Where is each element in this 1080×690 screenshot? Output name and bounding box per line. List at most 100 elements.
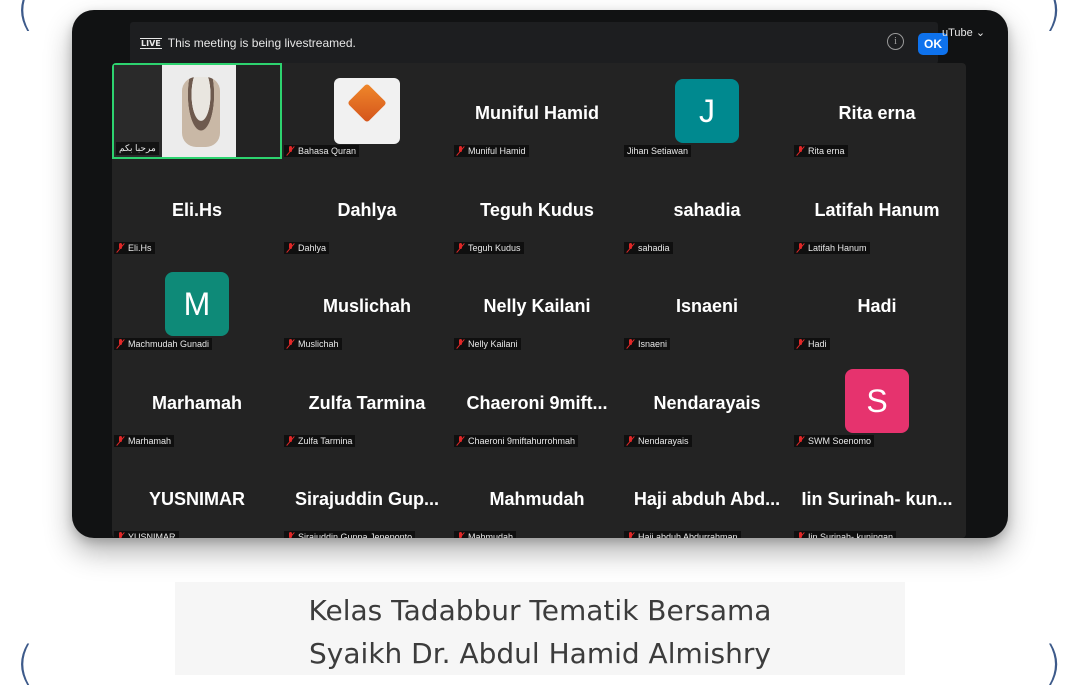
participant-name: Muniful Hamid: [468, 146, 526, 156]
participant-tile[interactable]: Muslichah Muslichah: [282, 256, 452, 352]
muted-mic-icon: [287, 436, 294, 446]
participant-name: Iin Surinah- kuningan: [808, 532, 894, 538]
participant-name-label: YUSNIMAR: [114, 531, 179, 538]
participant-name-label: Machmudah Gunadi: [114, 338, 213, 350]
participant-tile[interactable]: Dahlya Dahlya: [282, 160, 452, 256]
participant-name: sahadia: [638, 243, 670, 253]
participant-tile[interactable]: Bahasa Quran: [282, 63, 452, 159]
participant-name-label: sahadia: [624, 242, 673, 254]
participant-name-label: Hadi: [794, 338, 830, 350]
participant-name-label: Nendarayais: [624, 435, 692, 447]
muted-mic-icon: [117, 243, 124, 253]
participant-name: Mahmudah: [468, 532, 514, 538]
muted-mic-icon: [627, 532, 634, 538]
avatar: S: [845, 369, 909, 433]
participant-name: مرحبا بكم: [119, 143, 156, 153]
participant-tile[interactable]: Rita erna Rita erna: [792, 63, 962, 159]
participant-display-name: Latifah Hanum: [814, 200, 940, 220]
profile-logo: [334, 78, 400, 144]
participant-tile[interactable]: Nelly Kailani Nelly Kailani: [452, 256, 622, 352]
logo-mark-icon: [347, 83, 387, 123]
muted-mic-icon: [627, 339, 634, 349]
participant-tile[interactable]: Nendarayais Nendarayais: [622, 353, 792, 449]
participant-display-name: Iin Surinah- kun...: [801, 489, 953, 509]
participant-tile[interactable]: Isnaeni Isnaeni: [622, 256, 792, 352]
info-icon[interactable]: i: [887, 33, 904, 50]
participant-name: Rita erna: [808, 146, 845, 156]
muted-mic-icon: [457, 532, 464, 538]
muted-mic-icon: [287, 146, 294, 156]
participant-display-name: Nelly Kailani: [483, 296, 591, 316]
participant-name-label: Dahlya: [284, 242, 330, 254]
participant-name: Hadi: [808, 339, 827, 349]
participant-name: Nendarayais: [638, 436, 689, 446]
participant-name-label: Sirajuddin Guppa Jeneponto: [284, 531, 416, 538]
participant-name: Bahasa Quran: [298, 146, 357, 156]
participant-display-name: Zulfa Tarmina: [308, 393, 426, 413]
participant-name-label: Muniful Hamid: [454, 145, 529, 157]
muted-mic-icon: [797, 146, 804, 156]
muted-mic-icon: [287, 532, 294, 538]
participant-display-name: Eli.Hs: [171, 200, 223, 220]
participant-tile[interactable]: S SWM Soenomo: [792, 353, 962, 449]
participant-name-label: Latifah Hanum: [794, 242, 870, 254]
participant-tile[interactable]: مرحبا بكم: [112, 63, 282, 159]
participant-tile[interactable]: Mahmudah Mahmudah: [452, 449, 622, 538]
participant-name-label: Muslichah: [284, 338, 342, 350]
muted-mic-icon: [117, 339, 124, 349]
participant-tile[interactable]: Chaeroni 9mift... Chaeroni 9miftahurrohma…: [452, 353, 622, 449]
participant-name: Sirajuddin Guppa Jeneponto: [298, 532, 413, 538]
participant-name: Machmudah Gunadi: [128, 339, 210, 349]
participant-name: Eli.Hs: [128, 243, 152, 253]
livestream-platform-dropdown[interactable]: uTube ⌄: [942, 26, 985, 39]
participant-name-label: Isnaeni: [624, 338, 671, 350]
participant-display-name: Mahmudah: [489, 489, 585, 509]
gallery-view: مرحبا بكم Bahasa Quran Muniful Hamid Munifu…: [112, 63, 966, 538]
participant-name-label: Eli.Hs: [114, 242, 155, 254]
participant-tile[interactable]: Haji abduh Abd... Haji abduh Abdurrahman: [622, 449, 792, 538]
decorative-bracket: (: [16, 0, 34, 36]
participant-tile[interactable]: Teguh Kudus Teguh Kudus: [452, 160, 622, 256]
participant-display-name: Nendarayais: [653, 393, 761, 413]
muted-mic-icon: [627, 436, 634, 446]
avatar: M: [165, 272, 229, 336]
participant-display-name: Chaeroni 9mift...: [466, 393, 608, 413]
participant-display-name: Dahlya: [337, 200, 397, 220]
muted-mic-icon: [457, 146, 464, 156]
participant-tile[interactable]: Iin Surinah- kun... Iin Surinah- kuningan: [792, 449, 962, 538]
participant-tile[interactable]: sahadia sahadia: [622, 160, 792, 256]
participant-tile[interactable]: Hadi Hadi: [792, 256, 962, 352]
participant-tile[interactable]: Latifah Hanum Latifah Hanum: [792, 160, 962, 256]
muted-mic-icon: [457, 436, 464, 446]
participant-name-label: Marhamah: [114, 435, 175, 447]
participant-tile[interactable]: YUSNIMAR YUSNIMAR: [112, 449, 282, 538]
muted-mic-icon: [797, 243, 804, 253]
participant-tile[interactable]: Zulfa Tarmina Zulfa Tarmina: [282, 353, 452, 449]
participant-display-name: Muslichah: [322, 296, 411, 316]
muted-mic-icon: [287, 243, 294, 253]
muted-mic-icon: [797, 339, 804, 349]
participant-name-label: Jihan Setiawan: [624, 145, 692, 157]
participant-name: YUSNIMAR: [128, 532, 176, 538]
participant-name-label: Bahasa Quran: [284, 145, 360, 157]
participant-display-name: Haji abduh Abd...: [633, 489, 781, 509]
muted-mic-icon: [457, 243, 464, 253]
participant-display-name: Rita erna: [838, 103, 916, 123]
participant-tile[interactable]: Marhamah Marhamah: [112, 353, 282, 449]
participant-tile[interactable]: J Jihan Setiawan: [622, 63, 792, 159]
avatar: J: [675, 79, 739, 143]
participant-tile[interactable]: Eli.Hs Eli.Hs: [112, 160, 282, 256]
participant-name: Dahlya: [298, 243, 327, 253]
participant-name: Jihan Setiawan: [627, 146, 689, 156]
participant-name-label: مرحبا بكم: [116, 142, 159, 155]
participant-display-name: Hadi: [857, 296, 897, 316]
participant-name: Chaeroni 9miftahurrohmah: [468, 436, 576, 446]
participant-name: Zulfa Tarmina: [298, 436, 353, 446]
participant-tile[interactable]: Sirajuddin Gup... Sirajuddin Guppa Jenepo…: [282, 449, 452, 538]
livestream-banner: LIVE This meeting is being livestreamed.…: [130, 22, 948, 64]
participant-name: Nelly Kailani: [468, 339, 518, 349]
participant-display-name: Marhamah: [151, 393, 243, 413]
participant-tile[interactable]: M Machmudah Gunadi: [112, 256, 282, 352]
participant-tile[interactable]: Muniful Hamid Muniful Hamid: [452, 63, 622, 159]
livestream-message: This meeting is being livestreamed.: [167, 36, 356, 50]
